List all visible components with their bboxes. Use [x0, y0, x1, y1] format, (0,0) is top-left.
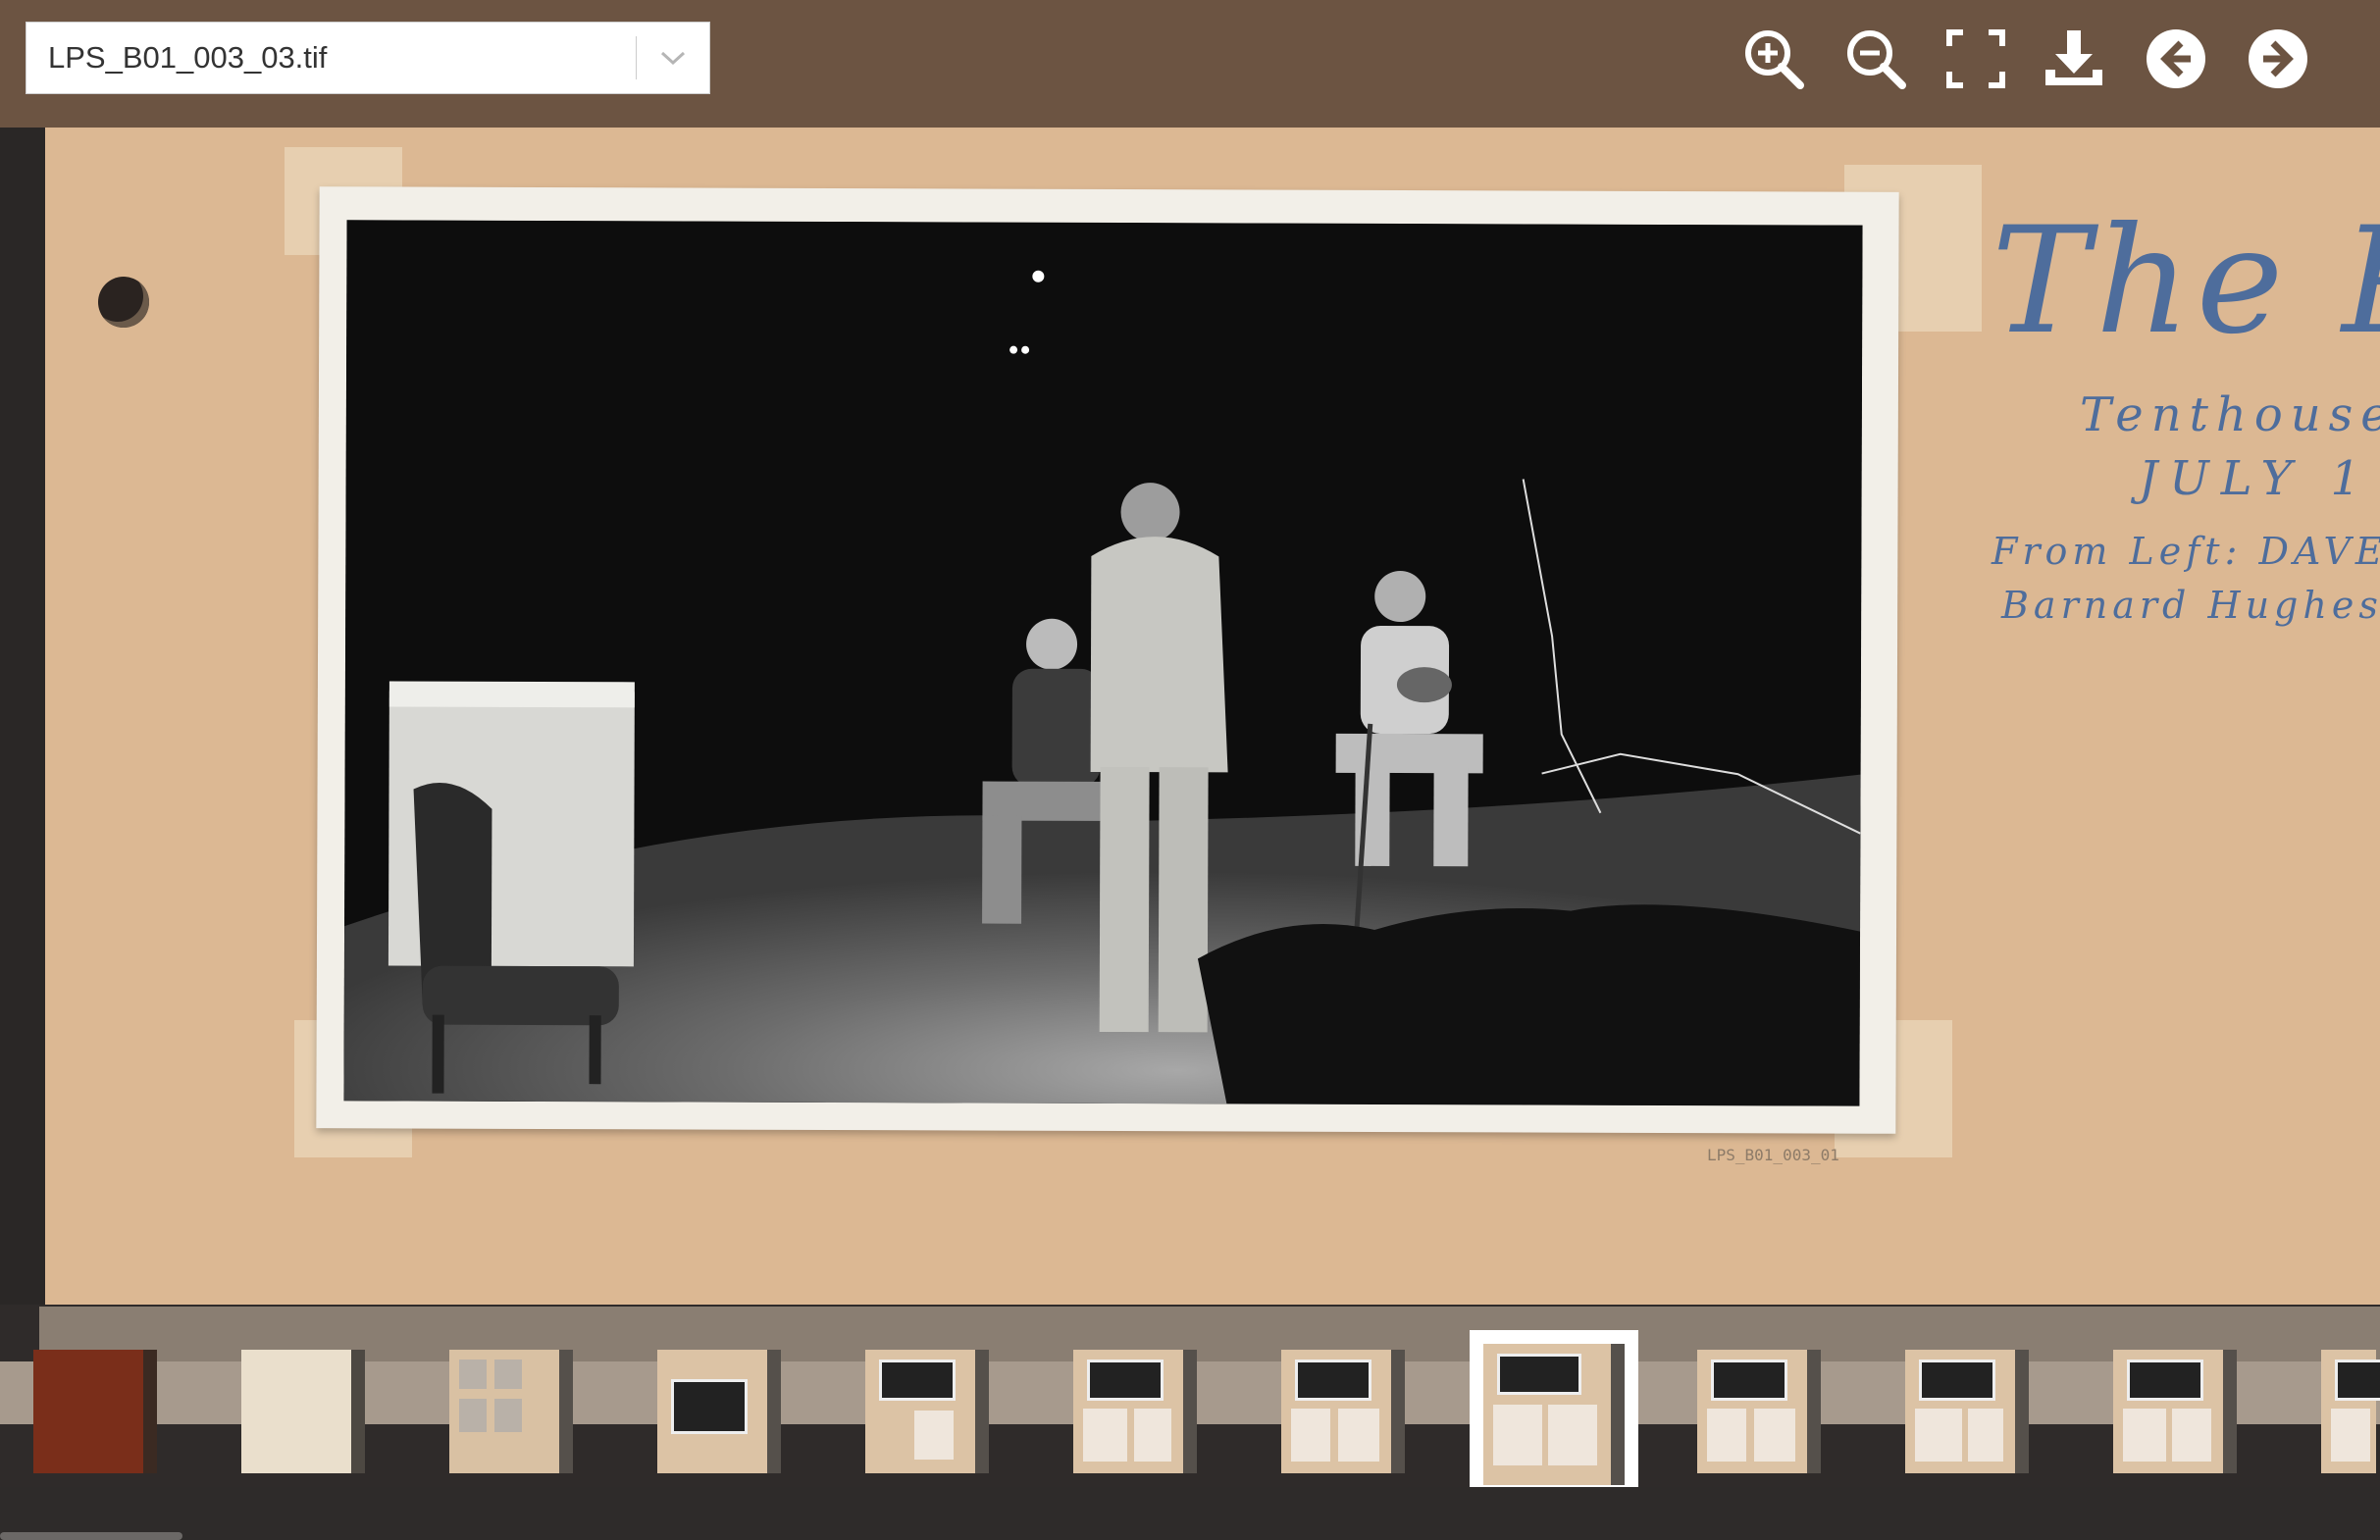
page-stamp: LPS_B01_003_01: [1707, 1146, 1839, 1164]
thumbnail[interactable]: [1693, 1346, 1825, 1477]
chevron-down-icon[interactable]: [637, 50, 709, 66]
thumbnail[interactable]: [445, 1346, 577, 1477]
left-edge: [0, 0, 45, 1316]
file-select-dropdown[interactable]: LPS_B01_003_03.tif: [26, 22, 710, 94]
previous-icon[interactable]: [2143, 26, 2209, 92]
thumbnail[interactable]: [1277, 1346, 1409, 1477]
mounted-photograph: [316, 186, 1899, 1134]
next-icon[interactable]: [2245, 26, 2311, 92]
thumbnail[interactable]: [1069, 1346, 1201, 1477]
punch-hole: [98, 277, 149, 328]
zoom-out-icon[interactable]: [1842, 26, 1909, 92]
thumbnail[interactable]: [2109, 1346, 2241, 1477]
thumbnail[interactable]: [29, 1346, 161, 1477]
thumbnail[interactable]: [653, 1346, 785, 1477]
thumbnail-scrollbar-track[interactable]: [0, 1487, 2380, 1540]
thumbnail-selected[interactable]: [1470, 1330, 1638, 1499]
caption-line: JULY 1: [2139, 451, 2372, 506]
caption-line: From Left: DAVE: [1992, 530, 2380, 573]
thumbnail[interactable]: [1901, 1346, 2033, 1477]
stage-photograph: [343, 220, 1863, 1106]
stage-scene: [343, 220, 1863, 1106]
download-icon[interactable]: [2041, 26, 2107, 92]
zoom-in-icon[interactable]: [1740, 26, 1807, 92]
thumbnail[interactable]: [861, 1346, 993, 1477]
file-select-value: LPS_B01_003_03.tif: [48, 40, 328, 75]
caption-line: Barnard Hughes,: [2001, 584, 2380, 627]
caption-title: The Ponde: [1992, 196, 2380, 367]
thumbnail[interactable]: [2317, 1346, 2380, 1477]
caption-line: Tenthouse: [2080, 387, 2380, 442]
thumbnail[interactable]: [237, 1346, 369, 1477]
fullscreen-icon[interactable]: [1942, 26, 2009, 92]
thumbnail-scrollbar-thumb[interactable]: [0, 1532, 182, 1540]
image-viewer[interactable]: The Ponde Tenthouse JULY 1 From Left: DA…: [0, 0, 2380, 1316]
